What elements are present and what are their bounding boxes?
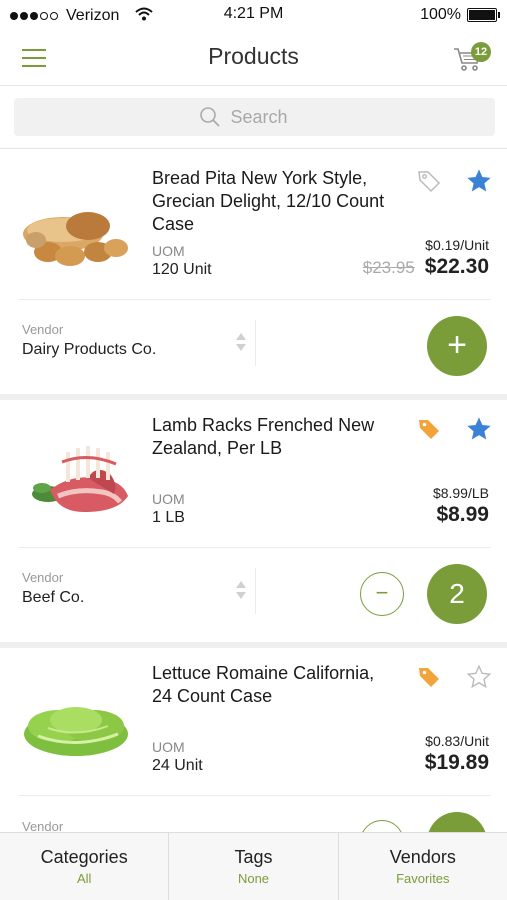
- price-row: $23.95 $22.30: [363, 255, 489, 279]
- search-input[interactable]: [230, 106, 311, 128]
- quantity-button[interactable]: 2: [427, 564, 487, 624]
- search-field[interactable]: [14, 98, 495, 136]
- sort-arrows-icon: [234, 330, 248, 354]
- product-card: Bread Pita New York Style, Grecian Delig…: [0, 150, 507, 394]
- star-filled-icon[interactable]: [465, 167, 493, 195]
- vendor-selector[interactable]: Vendor Beef Co.: [0, 560, 255, 620]
- star-filled-icon[interactable]: [465, 415, 493, 443]
- uom-value: 24 Unit: [152, 757, 203, 774]
- product-image-lamb: [18, 434, 136, 524]
- price-row: $19.89: [425, 751, 489, 775]
- product-image-bread: [18, 190, 136, 280]
- uom-value: 120 Unit: [152, 261, 212, 278]
- uom-label: UOM: [152, 491, 185, 507]
- product-name[interactable]: Lettuce Romaine California, 24 Count Cas…: [152, 662, 392, 708]
- vendor-selector[interactable]: Vendor Dairy Products Co.: [0, 312, 255, 372]
- page-title: Products: [208, 43, 299, 69]
- decrease-quantity-button[interactable]: [360, 820, 404, 832]
- tab-tags[interactable]: Tags None: [169, 833, 339, 900]
- product-name[interactable]: Lamb Racks Frenched New Zealand, Per LB: [152, 414, 392, 460]
- tag-filled-icon[interactable]: [416, 664, 442, 690]
- search-bar: [0, 87, 507, 149]
- unit-price: $8.99/LB: [432, 485, 489, 501]
- tab-title: Categories: [40, 847, 128, 867]
- tag-filled-icon[interactable]: [416, 416, 442, 442]
- product-price: $22.30: [424, 255, 489, 278]
- add-to-cart-button[interactable]: +: [427, 316, 487, 376]
- search-icon: [199, 107, 220, 127]
- price-row: $8.99: [436, 503, 489, 527]
- decrease-quantity-button[interactable]: −: [360, 572, 404, 616]
- quantity-button[interactable]: [427, 812, 487, 832]
- star-outline-icon[interactable]: [465, 663, 493, 691]
- vendor-label: Vendor: [22, 819, 64, 832]
- divider: [18, 795, 490, 796]
- tab-subtitle: All: [76, 871, 92, 886]
- tab-vendors[interactable]: Vendors Favorites: [339, 833, 507, 900]
- cart-button[interactable]: 12: [453, 42, 491, 74]
- vendor-separator: [255, 568, 256, 614]
- product-image-lettuce: [18, 682, 136, 772]
- uom-label: UOM: [152, 243, 185, 259]
- product-price: $8.99: [436, 503, 489, 526]
- tab-subtitle: None: [237, 871, 270, 886]
- cart-count-badge: 12: [471, 42, 491, 62]
- battery-indicator: 100%: [420, 6, 500, 24]
- product-name[interactable]: Bread Pita New York Style, Grecian Delig…: [152, 167, 392, 236]
- vendor-label: Vendor: [22, 322, 64, 337]
- battery-percent: 100%: [420, 6, 461, 23]
- tab-title: Tags: [234, 847, 273, 867]
- vendor-value: Dairy Products Co.: [22, 341, 157, 358]
- uom-value: 1 LB: [152, 509, 185, 526]
- nav-bar: Products 12: [0, 30, 507, 86]
- product-card: Lamb Racks Frenched New Zealand, Per LB …: [0, 400, 507, 642]
- sort-arrows-icon: [234, 578, 248, 602]
- vendor-separator: [255, 320, 256, 366]
- product-price: $19.89: [424, 751, 489, 774]
- status-bar: Verizon 4:21 PM 100%: [0, 0, 507, 30]
- tab-title: Vendors: [389, 847, 456, 867]
- unit-price: $0.83/Unit: [425, 733, 489, 749]
- filter-tab-bar: Categories All Tags None Vendors Favorit…: [0, 832, 507, 900]
- divider: [18, 299, 490, 300]
- original-price: $23.95: [362, 258, 415, 277]
- battery-icon: [467, 8, 500, 22]
- unit-price: $0.19/Unit: [425, 237, 489, 253]
- vendor-label: Vendor: [22, 570, 64, 585]
- uom-label: UOM: [152, 739, 185, 755]
- divider: [18, 547, 490, 548]
- vendor-value: Beef Co.: [22, 589, 85, 606]
- tag-outline-icon[interactable]: [416, 168, 442, 194]
- tab-subtitle: Favorites: [396, 871, 450, 886]
- product-card: Lettuce Romaine California, 24 Count Cas…: [0, 648, 507, 832]
- tab-categories[interactable]: Categories All: [0, 833, 170, 900]
